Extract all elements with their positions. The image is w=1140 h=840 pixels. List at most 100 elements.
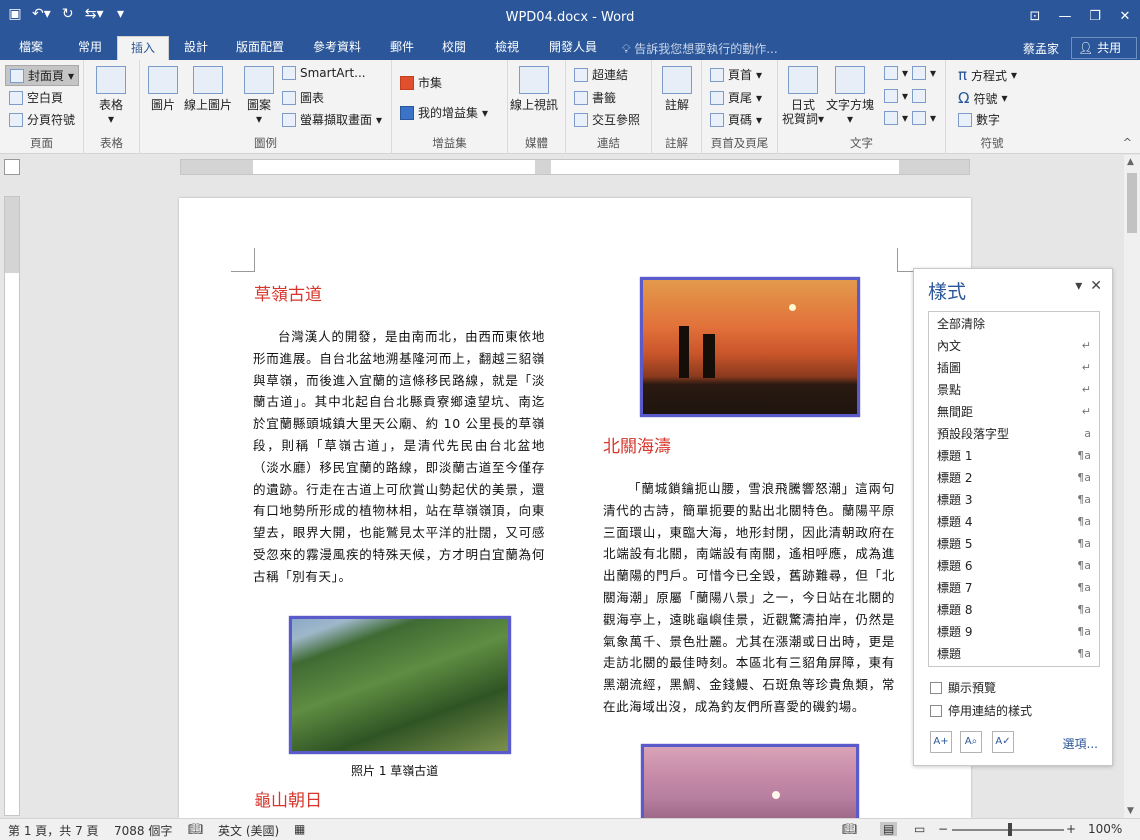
equation-button[interactable]: π 方程式 ▾ [958, 66, 1017, 84]
pictures-button[interactable]: 圖片 [148, 66, 178, 112]
scroll-down-icon[interactable]: ▼ [1127, 806, 1134, 816]
footer-icon [710, 90, 724, 105]
footer-button[interactable]: 頁尾 ▾ [710, 89, 762, 106]
smartart-button[interactable]: SmartArt... [282, 66, 366, 80]
style-item[interactable]: 標題 7 ¶a [937, 578, 1095, 598]
tab-references[interactable]: 參考資料 [306, 36, 368, 60]
user-name[interactable]: 蔡孟家 [1023, 40, 1059, 57]
style-item[interactable]: 標題 ¶a [937, 644, 1095, 664]
style-item[interactable]: 標題 3 ¶a [937, 490, 1095, 510]
dropcap-button[interactable]: ▾ ▾ [884, 111, 936, 125]
close-pane-icon[interactable]: ✕ [1090, 278, 1102, 294]
symbol-button[interactable]: Ω 符號 ▾ [958, 89, 1008, 107]
read-mode-icon[interactable]: 📖︎ [842, 822, 857, 836]
tab-design[interactable]: 設計 [174, 36, 218, 60]
web-layout-icon[interactable]: ▭ [914, 822, 925, 836]
date-greeting-button[interactable]: 日式 祝賀詞▾ [782, 66, 824, 126]
macro-record-icon[interactable]: ▦ [294, 822, 305, 836]
document-page[interactable]: 草嶺古道 台灣漢人的開發，是由南而北，由西而東依地形而進展。自台北盆地溯基隆河而… [179, 198, 971, 818]
style-item[interactable]: 標題 1 ¶a [937, 446, 1095, 466]
comment-button[interactable]: 註解 [662, 66, 692, 112]
cover-page-button[interactable]: 封面頁 ▾ [5, 65, 80, 86]
vertical-scrollbar[interactable]: ▲ ▼ [1124, 155, 1140, 818]
tab-view[interactable]: 檢視 [487, 36, 527, 60]
print-layout-icon[interactable]: ▤ [880, 822, 898, 836]
vertical-ruler[interactable] [4, 196, 20, 816]
style-item[interactable]: 全部清除 [937, 314, 1095, 334]
new-style-button[interactable]: A+ [930, 731, 952, 753]
style-item[interactable]: 無間距 ↵ [937, 402, 1095, 422]
page-break-button[interactable]: 分頁符號 [9, 111, 75, 128]
textbox-button[interactable]: 文字方塊 ▾ [826, 66, 874, 126]
style-item[interactable]: 景點 ↵ [937, 380, 1095, 400]
style-item[interactable]: 標題 4 ¶a [937, 512, 1095, 532]
minimize-icon[interactable]: — [1050, 0, 1080, 32]
tab-layout[interactable]: 版面配置 [228, 36, 292, 60]
manage-styles-button[interactable]: A✓ [992, 731, 1014, 753]
heading-caoling[interactable]: 草嶺古道 [254, 280, 322, 305]
cross-reference-button[interactable]: 交互參照 [574, 111, 640, 128]
tab-review[interactable]: 校閱 [434, 36, 474, 60]
online-pictures-button[interactable]: 線上圖片 [184, 66, 232, 112]
paragraph-beiguan[interactable]: 「蘭城鎖鑰扼山腰，雪浪飛騰響怒潮」這兩句清代的古詩，簡單扼要的點出北關特色。蘭陽… [603, 478, 895, 718]
store-button[interactable]: 市集 [400, 74, 442, 91]
tab-insert[interactable]: 插入 [117, 36, 169, 60]
restore-icon[interactable]: ❐ [1080, 0, 1110, 32]
word-count[interactable]: 7088 個字 [114, 822, 172, 839]
screenshot-button[interactable]: 螢幕擷取畫面 ▾ [282, 111, 382, 128]
quick-parts-button[interactable]: ▾ ▾ [884, 66, 936, 80]
number-button[interactable]: 數字 [958, 111, 1000, 128]
tab-selector-icon[interactable] [4, 159, 20, 175]
ribbon-display-icon[interactable]: ⊡ [1020, 0, 1050, 32]
collapse-ribbon-icon[interactable]: ^ [1123, 136, 1132, 149]
tab-developer[interactable]: 開發人員 [540, 36, 606, 60]
ruler-bar[interactable] [180, 159, 970, 175]
options-link[interactable]: 選項... [1063, 735, 1098, 752]
language[interactable]: 英文 (美國) [218, 822, 279, 839]
shapes-button[interactable]: 圖案 ▾ [244, 66, 274, 126]
zoom-in-icon[interactable]: + [1066, 822, 1076, 836]
share-button[interactable]: 👤︎ 共用 [1071, 37, 1137, 59]
style-item[interactable]: 插圖 ↵ [937, 358, 1095, 378]
page-count[interactable]: 第 1 頁，共 7 頁 [8, 822, 99, 839]
scroll-thumb[interactable] [1127, 173, 1137, 233]
zoom-slider-knob[interactable] [1008, 823, 1012, 836]
show-preview-checkbox[interactable]: 顯示預覽 [930, 679, 996, 696]
pane-options-icon[interactable]: ▾ [1075, 278, 1082, 294]
zoom-out-icon[interactable]: − [938, 822, 948, 836]
style-item[interactable]: 標題 5 ¶a [937, 534, 1095, 554]
table-button[interactable]: 表格 ▾ [96, 66, 126, 126]
tab-home[interactable]: 常用 [68, 36, 112, 60]
photo-caoling-mountains[interactable] [289, 616, 511, 754]
header-button[interactable]: 頁首 ▾ [710, 66, 762, 83]
bookmark-button[interactable]: 書籤 [574, 89, 616, 106]
heading-guishan[interactable]: 龜山朝日 [254, 786, 322, 811]
my-addins-button[interactable]: 我的增益集 ▾ [400, 104, 488, 121]
paragraph-caoling[interactable]: 台灣漢人的開發，是由南而北，由西而東依地形而進展。自台北盆地溯基隆河而上，翻越三… [253, 326, 545, 588]
tab-file[interactable]: 檔案 [8, 36, 54, 60]
style-item[interactable]: 標題 2 ¶a [937, 468, 1095, 488]
photo-beiguan-sunset[interactable] [640, 277, 860, 417]
photo-caption[interactable]: 照片 1 草嶺古道 [351, 762, 438, 779]
heading-beiguan[interactable]: 北關海濤 [603, 432, 671, 457]
page-number-button[interactable]: 頁碼 ▾ [710, 111, 762, 128]
scroll-up-icon[interactable]: ▲ [1127, 157, 1134, 167]
photo-guishan-sunrise[interactable] [641, 744, 859, 818]
hyperlink-button[interactable]: 超連結 [574, 66, 628, 83]
style-item[interactable]: 標題 9 ¶a [937, 622, 1095, 642]
style-item[interactable]: 標題 8 ¶a [937, 600, 1095, 620]
disable-linked-checkbox[interactable]: 停用連結的樣式 [930, 702, 1032, 719]
style-item[interactable]: 內文 ↵ [937, 336, 1095, 356]
style-item[interactable]: 預設段落字型 a [937, 424, 1095, 444]
style-inspector-button[interactable]: A⌕ [960, 731, 982, 753]
zoom-level[interactable]: 100% [1088, 822, 1122, 836]
style-item[interactable]: 標題 6 ¶a [937, 556, 1095, 576]
chart-button[interactable]: 圖表 [282, 89, 324, 106]
proofing-icon[interactable]: 📖︎ [188, 822, 203, 836]
tab-mailings[interactable]: 郵件 [382, 36, 422, 60]
wordart-button[interactable]: ▾ [884, 89, 927, 103]
tell-me-box[interactable]: 💡︎ 告訴我您想要執行的動作... [622, 40, 778, 57]
close-icon[interactable]: ✕ [1110, 0, 1140, 32]
online-video-button[interactable]: 線上視訊 [510, 66, 558, 112]
blank-page-button[interactable]: 空白頁 [9, 89, 63, 106]
